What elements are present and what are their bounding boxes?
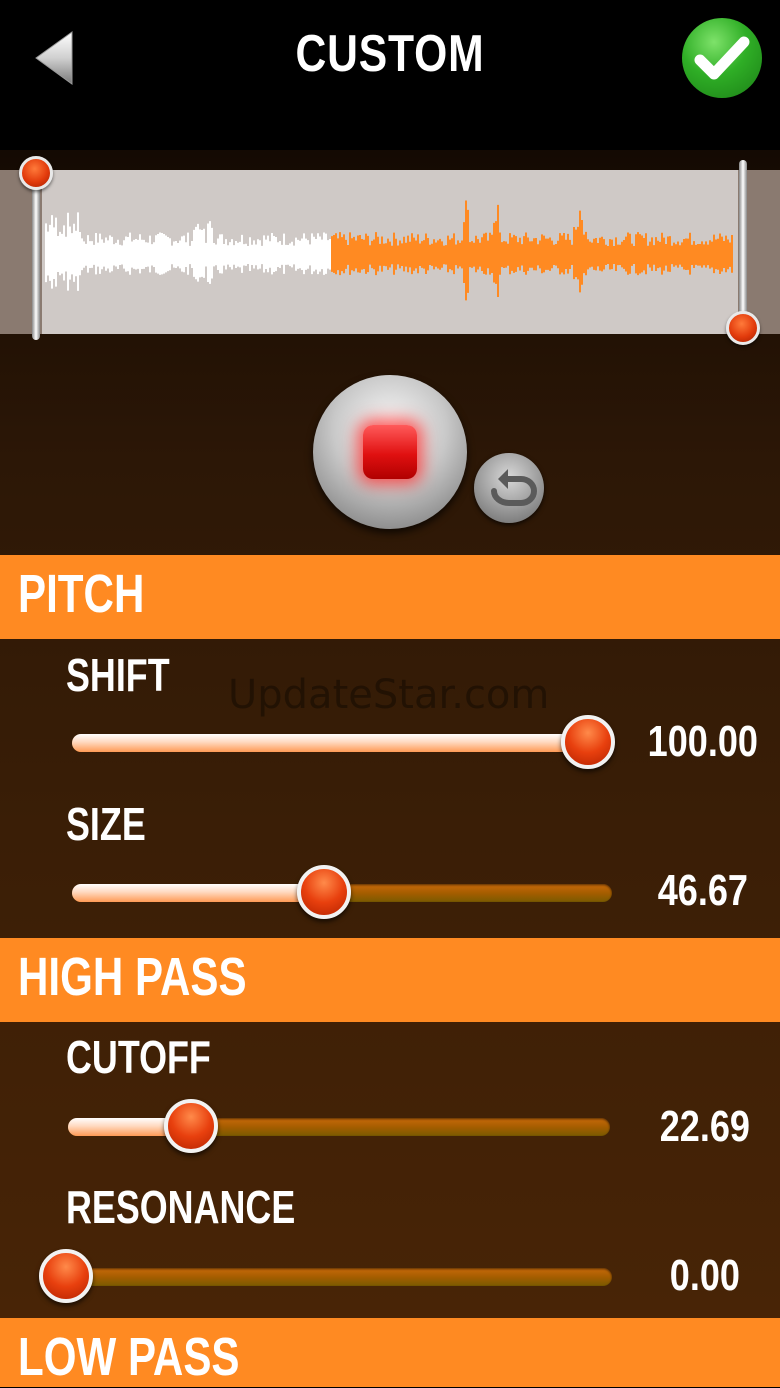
slider-thumb[interactable] (39, 1249, 93, 1303)
slider-fill (72, 884, 325, 902)
slider-thumb[interactable] (561, 715, 615, 769)
section-header-low-pass: LOW PASS (0, 1318, 780, 1387)
section-title: LOW PASS (18, 1327, 240, 1387)
back-button[interactable] (30, 28, 76, 88)
param-label-resonance: RESONANCE (66, 1181, 296, 1233)
param-label-cutoff: CUTOFF (66, 1031, 211, 1083)
param-value-size: 46.67 (657, 866, 748, 915)
param-value-resonance: 0.00 (669, 1251, 740, 1300)
param-value-shift: 100.00 (647, 717, 758, 766)
watermark: UpdateStar.com (228, 672, 550, 718)
section-header-pitch: PITCH (0, 555, 780, 639)
checkmark-icon (694, 36, 750, 80)
end-trim-handle[interactable] (726, 311, 760, 345)
param-value-cutoff: 22.69 (659, 1102, 750, 1151)
waveform-played (45, 212, 331, 291)
loop-arrow-icon (491, 469, 537, 506)
section-header-high-pass: HIGH PASS (0, 938, 780, 1022)
param-label-size: SIZE (66, 798, 146, 850)
size-slider[interactable] (72, 865, 612, 919)
cutoff-slider[interactable] (68, 1099, 610, 1153)
start-trim-handle[interactable] (19, 156, 53, 190)
slider-fill (72, 734, 588, 752)
param-label-shift: SHIFT (66, 649, 170, 701)
section-title: PITCH (18, 564, 145, 624)
page-title: CUSTOM (295, 25, 485, 83)
end-trim-line (739, 160, 747, 326)
slider-thumb[interactable] (163, 1099, 218, 1153)
waveform (45, 200, 733, 301)
shift-slider[interactable] (72, 715, 615, 769)
resonance-slider[interactable] (39, 1249, 612, 1303)
record-stop-button[interactable] (313, 375, 467, 529)
triangle-left-icon (35, 31, 73, 85)
section-title: HIGH PASS (18, 947, 247, 1007)
slider-thumb[interactable] (297, 865, 352, 919)
stop-square-icon (363, 425, 417, 479)
confirm-button[interactable] (682, 18, 762, 98)
loop-button[interactable] (474, 453, 544, 523)
waveform-panel[interactable] (42, 170, 738, 334)
top-bar: CUSTOM (0, 0, 780, 150)
start-trim-line (32, 176, 40, 340)
waveform-remaining (331, 200, 733, 301)
